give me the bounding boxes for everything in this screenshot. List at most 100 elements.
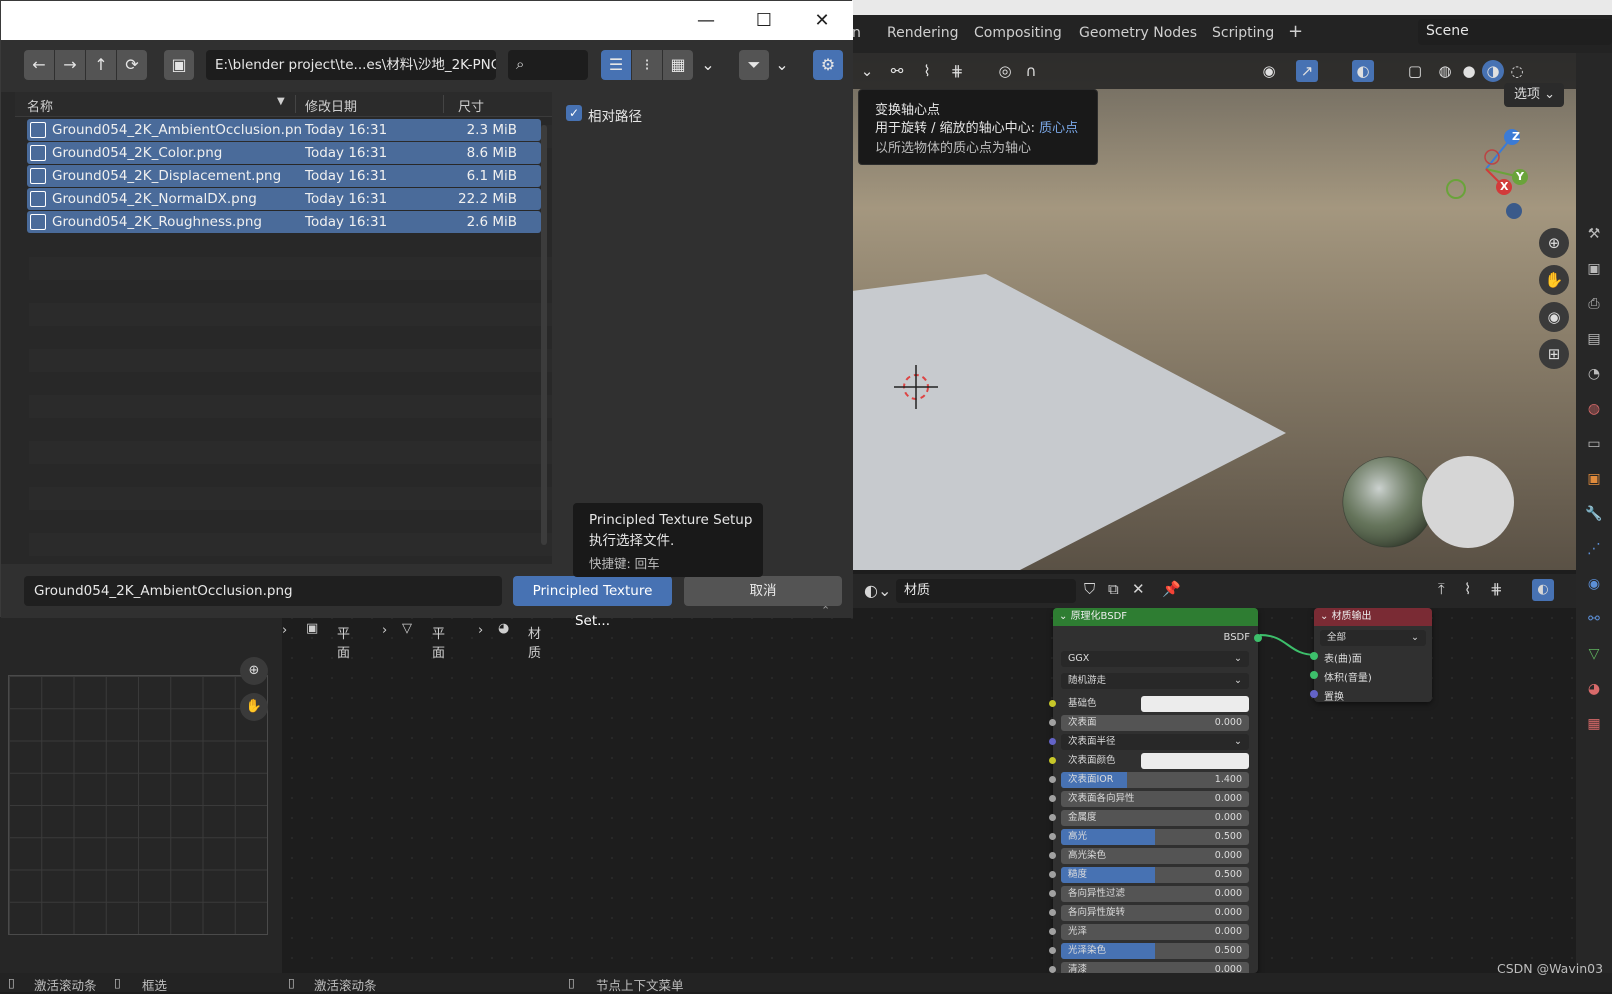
input-socket[interactable]: [1049, 852, 1056, 859]
shader-type-icon[interactable]: ◐⌄: [864, 581, 891, 600]
minimize-icon[interactable]: —: [677, 1, 735, 40]
material-icon[interactable]: ◕: [1584, 681, 1604, 701]
directory-path-field[interactable]: E:\blender project\te...es\材料\沙地_2K-PNG\: [206, 50, 496, 80]
duplicate-icon[interactable]: ⧉: [1108, 580, 1119, 598]
input-socket[interactable]: [1049, 795, 1056, 802]
file-row[interactable]: Ground054_2K_Displacement.png Today 16:3…: [27, 165, 541, 187]
tab-scripting[interactable]: Scripting: [1212, 25, 1274, 41]
scene-selector[interactable]: Scene: [1418, 19, 1612, 45]
snap-increment-icon[interactable]: ⋕: [946, 60, 968, 82]
input-socket[interactable]: [1049, 833, 1056, 840]
input-socket[interactable]: [1049, 871, 1056, 878]
gizmo-toggle-icon[interactable]: ↗: [1296, 60, 1318, 82]
gizmo-x-label[interactable]: X: [1500, 180, 1508, 193]
color-swatch[interactable]: [1141, 753, 1249, 769]
tab-geometry-nodes[interactable]: Geometry Nodes: [1079, 25, 1197, 41]
parent-node-icon[interactable]: ⤒: [1438, 580, 1445, 598]
input-socket[interactable]: [1049, 909, 1056, 916]
material-shading-icon[interactable]: ◑: [1482, 60, 1504, 82]
particles-icon[interactable]: ⋰: [1584, 541, 1604, 561]
file-row[interactable]: Ground054_2K_AmbientOcclusion.pn Today 1…: [27, 119, 541, 141]
close-icon[interactable]: ✕: [1132, 580, 1145, 598]
thumbnails-icon[interactable]: ▦: [663, 50, 693, 80]
scrollbar[interactable]: [541, 125, 547, 545]
chevron-down-icon[interactable]: ⌄: [771, 50, 793, 80]
snap-link-icon[interactable]: ⚯: [886, 60, 908, 82]
filename-field[interactable]: Ground054_2K_AmbientOcclusion.png: [24, 576, 502, 606]
snap-grid-icon[interactable]: ⋕: [1490, 580, 1503, 598]
visibility-eye-icon[interactable]: ◉: [1258, 60, 1280, 82]
bsdf-property-row[interactable]: 光泽 0.000: [1049, 924, 1249, 940]
bsdf-property-row[interactable]: 金属度 0.000: [1049, 810, 1249, 826]
bsdf-property-row[interactable]: 高光染色 0.000: [1049, 848, 1249, 864]
perspective-grid-icon[interactable]: ⊞: [1539, 339, 1569, 369]
view-layer-icon[interactable]: ▤: [1584, 331, 1604, 351]
input-socket[interactable]: [1049, 966, 1056, 973]
input-socket[interactable]: [1049, 947, 1056, 954]
search-input[interactable]: ⌕: [508, 50, 588, 80]
tab-rendering[interactable]: Rendering: [887, 25, 959, 41]
xray-icon[interactable]: ▢: [1404, 60, 1426, 82]
solid-shading-icon[interactable]: ●: [1458, 60, 1480, 82]
tab-compositing[interactable]: Compositing: [974, 25, 1062, 41]
input-socket[interactable]: [1049, 700, 1056, 707]
vertical-list-icon[interactable]: ☰: [601, 50, 631, 80]
bsdf-property-row[interactable]: 基础色: [1049, 696, 1249, 712]
render-icon[interactable]: ▣: [1584, 261, 1604, 281]
shader-node-editor[interactable]: ⌄ 原理化BSDF BSDF GGX ⌄ 随机游走 ⌄ 基础色 次表面 0.000 ⌄ 次表…: [282, 608, 1576, 978]
object-icon[interactable]: ▣: [1584, 471, 1604, 491]
distribution-dropdown[interactable]: GGX ⌄: [1061, 651, 1249, 667]
pan-hand-icon[interactable]: ✋: [240, 693, 268, 721]
relative-path-label[interactable]: 相对路径: [588, 105, 642, 125]
zoom-icon[interactable]: ⊕: [1539, 228, 1569, 258]
volume-socket[interactable]: [1310, 671, 1318, 679]
bsdf-property-row[interactable]: 高光 0.500: [1049, 829, 1249, 845]
camera-icon[interactable]: ◉: [1539, 302, 1569, 332]
proportional-edit-icon[interactable]: ◎: [994, 60, 1016, 82]
input-socket[interactable]: [1049, 738, 1056, 745]
tool-icon[interactable]: ⚒: [1584, 226, 1604, 246]
rendered-shading-icon[interactable]: ◌: [1506, 60, 1528, 82]
add-workspace-button[interactable]: +: [1288, 21, 1303, 42]
bsdf-property-row[interactable]: 糙度 0.500: [1049, 867, 1249, 883]
overlay-toggle-icon[interactable]: ◐: [1352, 60, 1374, 82]
input-socket[interactable]: [1049, 776, 1056, 783]
input-socket[interactable]: [1049, 928, 1056, 935]
forward-arrow-icon[interactable]: →: [55, 50, 85, 80]
zoom-icon[interactable]: ⊕: [240, 657, 268, 685]
bsdf-property-row[interactable]: 次表面 0.000: [1049, 715, 1249, 731]
pin-icon[interactable]: 📌: [1162, 580, 1181, 598]
subsurface-method-dropdown[interactable]: 随机游走 ⌄: [1061, 673, 1249, 689]
horizontal-list-icon[interactable]: ⁝: [632, 50, 662, 80]
input-socket[interactable]: [1049, 814, 1056, 821]
file-row[interactable]: Ground054_2K_NormalDX.png Today 16:31 22…: [27, 188, 541, 210]
input-socket[interactable]: [1049, 757, 1056, 764]
input-socket[interactable]: [1049, 890, 1056, 897]
cancel-button[interactable]: 取消: [684, 576, 842, 606]
back-arrow-icon[interactable]: ←: [24, 50, 54, 80]
column-header-date[interactable]: 修改日期: [305, 96, 357, 115]
bsdf-property-row[interactable]: 光泽染色 0.500: [1049, 943, 1249, 959]
tab-layout-partial[interactable]: n: [852, 25, 861, 41]
bsdf-property-row[interactable]: 各向异性旋转 0.000: [1049, 905, 1249, 921]
pan-hand-icon[interactable]: ✋: [1539, 265, 1569, 295]
dialog-titlebar[interactable]: — ☐ ✕: [1, 1, 853, 40]
texture-icon[interactable]: ▦: [1584, 716, 1604, 736]
material-output-node[interactable]: ⌄ 材质输出 全部 ⌄ 表(曲)面 体积(音量) 置换: [1310, 608, 1432, 703]
chevron-up-icon[interactable]: ⌃: [821, 604, 830, 617]
maximize-icon[interactable]: ☐: [735, 1, 793, 40]
constraints-icon[interactable]: ⚯: [1584, 611, 1604, 631]
gear-icon[interactable]: ⚙: [813, 50, 843, 80]
bsdf-property-row[interactable]: 次表面IOR 1.400: [1049, 772, 1249, 788]
bsdf-property-row[interactable]: 各向异性过滤 0.000: [1049, 886, 1249, 902]
parent-directory-icon[interactable]: ↑: [86, 50, 116, 80]
input-socket[interactable]: [1049, 719, 1056, 726]
filter-icon[interactable]: ⏷: [739, 50, 769, 80]
column-header-size[interactable]: 尺寸: [458, 96, 484, 115]
overlay-toggle-icon[interactable]: ◐: [1532, 579, 1554, 601]
output-icon[interactable]: ⎙: [1584, 296, 1604, 316]
principled-bsdf-node[interactable]: ⌄ 原理化BSDF BSDF GGX ⌄ 随机游走 ⌄ 基础色 次表面 0.000 ⌄ 次表…: [1049, 608, 1262, 978]
execute-button[interactable]: Principled Texture Set...: [513, 576, 672, 629]
data-icon[interactable]: ▽: [1584, 646, 1604, 666]
snap-icon[interactable]: ⌇: [916, 60, 938, 82]
